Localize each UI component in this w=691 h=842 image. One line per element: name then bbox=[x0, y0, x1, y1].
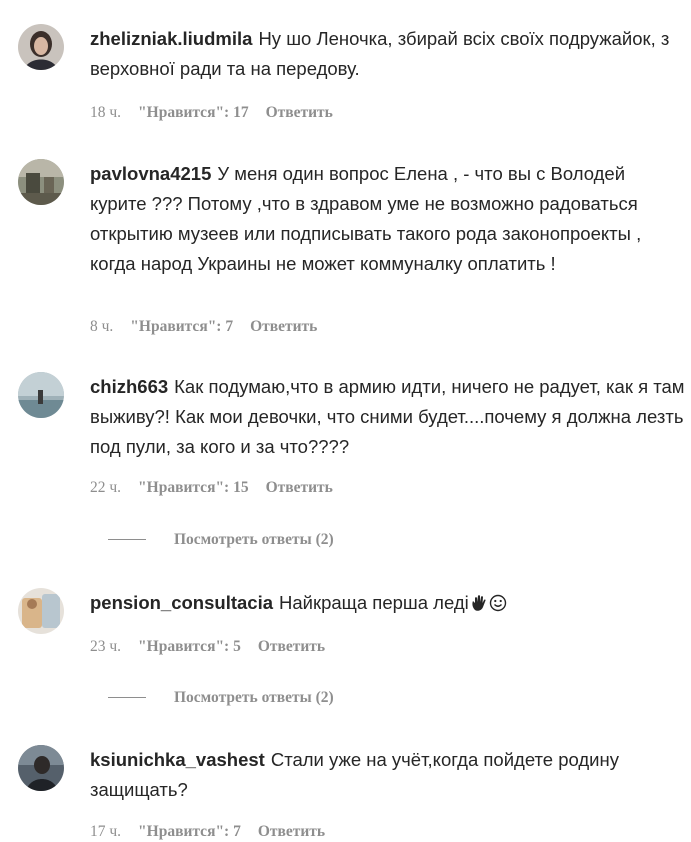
comment-username[interactable]: ksiunichka_vashest bbox=[90, 749, 265, 770]
comment-body: chizh663 Как подумаю,что в армию идти, ни… bbox=[90, 372, 685, 462]
comment-time: 8 ч. bbox=[90, 318, 114, 335]
comment-text: Как подумаю,что в армию идти, ничего не … bbox=[90, 376, 685, 457]
comment-body: pavlovna4215 У меня один вопрос Елена , -… bbox=[90, 159, 685, 279]
reply-button[interactable]: Ответить bbox=[258, 638, 325, 655]
smiling-face-icon bbox=[489, 594, 506, 612]
waving-hand-icon bbox=[472, 595, 486, 611]
avatar[interactable] bbox=[18, 588, 64, 634]
comment-time: 17 ч. bbox=[90, 823, 122, 840]
comment-username[interactable]: pavlovna4215 bbox=[90, 163, 211, 184]
reply-button[interactable]: Ответить bbox=[258, 823, 325, 840]
comment-username[interactable]: zhelizniak.liudmila bbox=[90, 28, 252, 49]
view-replies-button[interactable]: Посмотреть ответы (2) bbox=[108, 531, 334, 549]
avatar[interactable] bbox=[18, 24, 64, 70]
comment-likes[interactable]: "Нравится": 7 bbox=[138, 823, 241, 840]
view-replies-button[interactable]: Посмотреть ответы (2) bbox=[108, 689, 334, 707]
comment-likes[interactable]: "Нравится": 15 bbox=[138, 479, 249, 496]
avatar[interactable] bbox=[18, 159, 64, 205]
avatar[interactable] bbox=[18, 745, 64, 791]
comment-meta: 18 ч. "Нравится": 17 Ответить bbox=[90, 104, 350, 122]
divider-line bbox=[108, 538, 146, 540]
comment-text: Найкраща перша леді bbox=[279, 592, 469, 613]
comment-body: zhelizniak.liudmila Ну шо Леночка, збирай… bbox=[90, 24, 685, 84]
comment-time: 22 ч. bbox=[90, 479, 122, 496]
comment-meta: 17 ч. "Нравится": 7 Ответить bbox=[90, 823, 342, 841]
comment-likes[interactable]: "Нравится": 5 bbox=[138, 638, 241, 655]
reply-button[interactable]: Ответить bbox=[266, 104, 333, 121]
view-replies-label: Посмотреть ответы (2) bbox=[174, 531, 334, 548]
comment-meta: 22 ч. "Нравится": 15 Ответить bbox=[90, 479, 350, 497]
comment-likes[interactable]: "Нравится": 17 bbox=[138, 104, 249, 121]
divider-line bbox=[108, 696, 146, 698]
view-replies-label: Посмотреть ответы (2) bbox=[174, 689, 334, 706]
comment-body: pension_consultacia Найкраща перша леді bbox=[90, 588, 685, 618]
comment-time: 18 ч. bbox=[90, 104, 122, 121]
comment-username[interactable]: chizh663 bbox=[90, 376, 168, 397]
comment-username[interactable]: pension_consultacia bbox=[90, 592, 273, 613]
avatar[interactable] bbox=[18, 372, 64, 418]
reply-button[interactable]: Ответить bbox=[266, 479, 333, 496]
comment-meta: 8 ч. "Нравится": 7 Ответить bbox=[90, 318, 334, 336]
reply-button[interactable]: Ответить bbox=[250, 318, 317, 335]
comment-likes[interactable]: "Нравится": 7 bbox=[130, 318, 233, 335]
comment-time: 23 ч. bbox=[90, 638, 122, 655]
comment-meta: 23 ч. "Нравится": 5 Ответить bbox=[90, 638, 342, 656]
comment-body: ksiunichka_vashest Стали уже на учёт,когд… bbox=[90, 745, 685, 805]
